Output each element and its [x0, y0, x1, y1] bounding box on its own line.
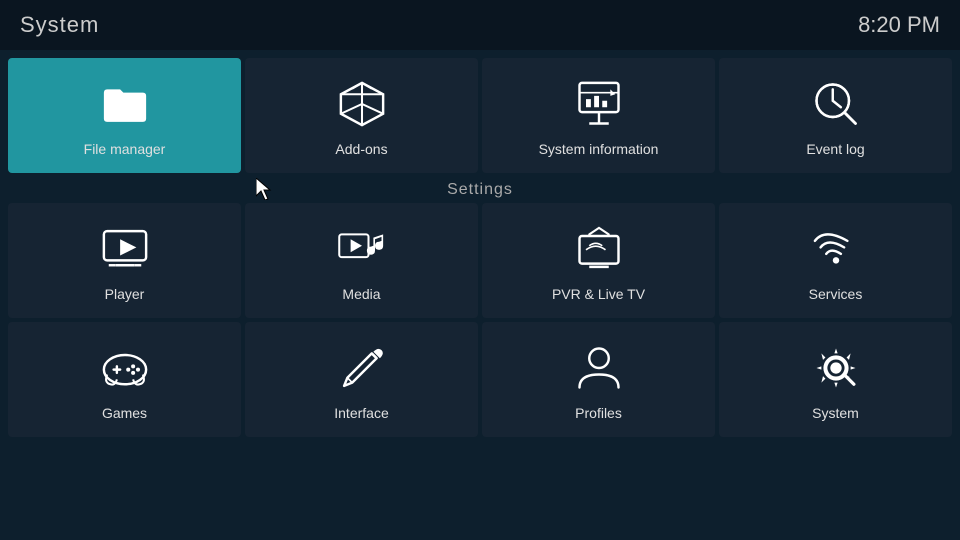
games-icon: [93, 341, 157, 395]
clock: 8:20 PM: [858, 12, 940, 38]
tile-media-label: Media: [342, 286, 380, 302]
app-title: System: [20, 12, 99, 38]
player-icon: [93, 222, 157, 276]
tile-pvr-live-tv-label: PVR & Live TV: [552, 286, 645, 302]
tile-media[interactable]: Media: [245, 203, 478, 318]
media-icon: [330, 222, 394, 276]
pvr-live-tv-icon: [567, 222, 631, 276]
tile-player[interactable]: Player: [8, 203, 241, 318]
top-tiles-row: File manager Add-ons: [0, 50, 960, 177]
tile-player-label: Player: [105, 286, 145, 302]
tile-event-log[interactable]: Event log: [719, 58, 952, 173]
tile-interface[interactable]: Interface: [245, 322, 478, 437]
tile-system[interactable]: System: [719, 322, 952, 437]
tile-add-ons[interactable]: Add-ons: [245, 58, 478, 173]
header: System 8:20 PM: [0, 0, 960, 50]
tile-event-log-label: Event log: [806, 141, 864, 157]
system-icon: [804, 341, 868, 395]
settings-row-2: Games Interface Profiles: [0, 322, 960, 441]
tile-file-manager[interactable]: File manager: [8, 58, 241, 173]
services-icon: [804, 222, 868, 276]
tile-games-label: Games: [102, 405, 147, 421]
tile-system-information[interactable]: System information: [482, 58, 715, 173]
profiles-icon: [567, 341, 631, 395]
tile-profiles-label: Profiles: [575, 405, 622, 421]
tile-add-ons-label: Add-ons: [335, 141, 387, 157]
tile-file-manager-label: File manager: [84, 141, 166, 157]
settings-row-1: Player Media PVR: [0, 203, 960, 322]
system-information-icon: [567, 77, 631, 131]
tile-games[interactable]: Games: [8, 322, 241, 437]
file-manager-icon: [93, 77, 157, 131]
tile-system-label: System: [812, 405, 859, 421]
tile-services[interactable]: Services: [719, 203, 952, 318]
tile-pvr-live-tv[interactable]: PVR & Live TV: [482, 203, 715, 318]
tile-interface-label: Interface: [334, 405, 388, 421]
tile-profiles[interactable]: Profiles: [482, 322, 715, 437]
tile-system-information-label: System information: [539, 141, 659, 157]
interface-icon: [330, 341, 394, 395]
event-log-icon: [804, 77, 868, 131]
tile-services-label: Services: [809, 286, 863, 302]
add-ons-icon: [330, 77, 394, 131]
settings-heading: Settings: [0, 177, 960, 203]
